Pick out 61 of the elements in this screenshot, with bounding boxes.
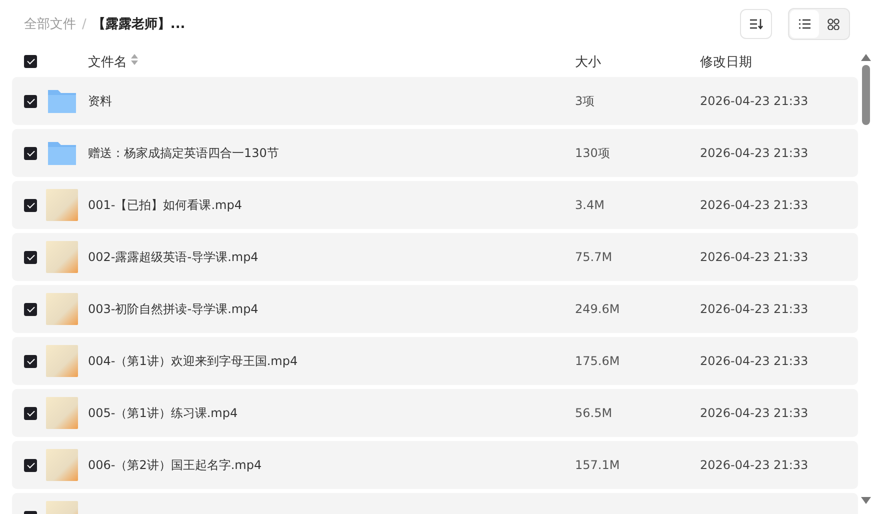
- modified-date: 2026-04-23 21:33: [700, 354, 810, 368]
- file-size: 3项: [575, 92, 596, 110]
- file-row[interactable]: 赠送：杨家成搞定英语四合一130节 130项 2026-04-23 21:33: [12, 129, 858, 177]
- file-name[interactable]: 006-（第2讲）国王起名字.mp4: [88, 456, 575, 474]
- checkbox[interactable]: [24, 458, 37, 472]
- file-size: 56.5M: [575, 406, 614, 420]
- file-size: 157.1M: [575, 458, 621, 472]
- modified-date: 2026-04-23 21:33: [700, 146, 810, 160]
- checkbox[interactable]: [24, 406, 37, 420]
- scrollbar-thumb[interactable]: [862, 65, 870, 125]
- scroll-down-icon[interactable]: [861, 497, 871, 504]
- list-view-button[interactable]: [790, 10, 819, 38]
- file-row[interactable]: 003-初阶自然拼读-导学课.mp4 249.6M 2026-04-23 21:33: [12, 285, 858, 333]
- grid-icon: [827, 18, 840, 30]
- file-row[interactable]: 002-露露超级英语-导学课.mp4 75.7M 2026-04-23 21:33: [12, 233, 858, 281]
- current-folder: 【露露老师】...: [92, 16, 186, 33]
- checkbox[interactable]: [24, 55, 37, 68]
- sort-button[interactable]: [740, 9, 772, 39]
- modified-date: 2026-04-23 21:33: [700, 250, 810, 264]
- video-thumbnail: [46, 241, 78, 273]
- file-row[interactable]: 006-（第2讲）国王起名字.mp4 157.1M 2026-04-23 21:33: [12, 441, 858, 489]
- modified-date: 2026-04-23 21:33: [700, 406, 810, 420]
- column-header[interactable]: 大小: [575, 52, 601, 70]
- checkbox[interactable]: [24, 354, 37, 368]
- list-icon: [798, 18, 811, 30]
- checkbox[interactable]: [24, 302, 37, 316]
- file-size: 130项: [575, 144, 611, 162]
- checkbox[interactable]: [24, 198, 37, 212]
- file-row[interactable]: 005-（第1讲）练习课.mp4 56.5M 2026-04-23 21:33: [12, 389, 858, 437]
- sort-arrows-icon: [131, 54, 138, 65]
- file-name[interactable]: 001-【已拍】如何看课.mp4: [88, 196, 575, 214]
- video-thumbnail: [46, 345, 78, 377]
- checkbox[interactable]: [24, 146, 37, 160]
- modified-date: 2026-04-23 21:33: [700, 458, 810, 472]
- column-header[interactable]: 文件名: [88, 52, 127, 70]
- video-thumbnail: [46, 449, 78, 481]
- file-name[interactable]: 赠送：杨家成搞定英语四合一130节: [88, 144, 575, 162]
- video-thumbnail: [46, 397, 78, 429]
- checkbox[interactable]: [24, 250, 37, 264]
- file-name[interactable]: 004-（第1讲）欢迎来到字母王国.mp4: [88, 352, 575, 370]
- file-name[interactable]: 资料: [88, 92, 575, 110]
- modified-date: 2026-04-23 21:33: [700, 198, 810, 212]
- modified-date: 2026-04-23 21:33: [700, 302, 810, 316]
- file-name[interactable]: 002-露露超级英语-导学课.mp4: [88, 248, 575, 266]
- scroll-up-icon[interactable]: [861, 54, 871, 61]
- file-size: 75.7M: [575, 250, 614, 264]
- file-size: 3.4M: [575, 198, 606, 212]
- file-row[interactable]: 资料 3项 2026-04-23 21:33: [12, 77, 858, 125]
- file-size: 175.6M: [575, 354, 621, 368]
- file-name[interactable]: 005-（第1讲）练习课.mp4: [88, 404, 575, 422]
- column-header[interactable]: 修改日期: [700, 52, 752, 70]
- video-thumbnail: [46, 293, 78, 325]
- file-size: 249.6M: [575, 302, 621, 316]
- file-name[interactable]: 003-初阶自然拼读-导学课.mp4: [88, 300, 575, 318]
- breadcrumb-separator: /: [82, 16, 86, 32]
- file-row[interactable]: 001-【已拍】如何看课.mp4 3.4M 2026-04-23 21:33: [12, 181, 858, 229]
- video-thumbnail: [46, 189, 78, 221]
- file-row[interactable]: 004-（第1讲）欢迎来到字母王国.mp4 175.6M 2026-04-23 21:33: [12, 337, 858, 385]
- sort-icon: [749, 18, 763, 30]
- modified-date: 2026-04-23 21:33: [700, 94, 810, 108]
- checkbox[interactable]: [24, 94, 37, 108]
